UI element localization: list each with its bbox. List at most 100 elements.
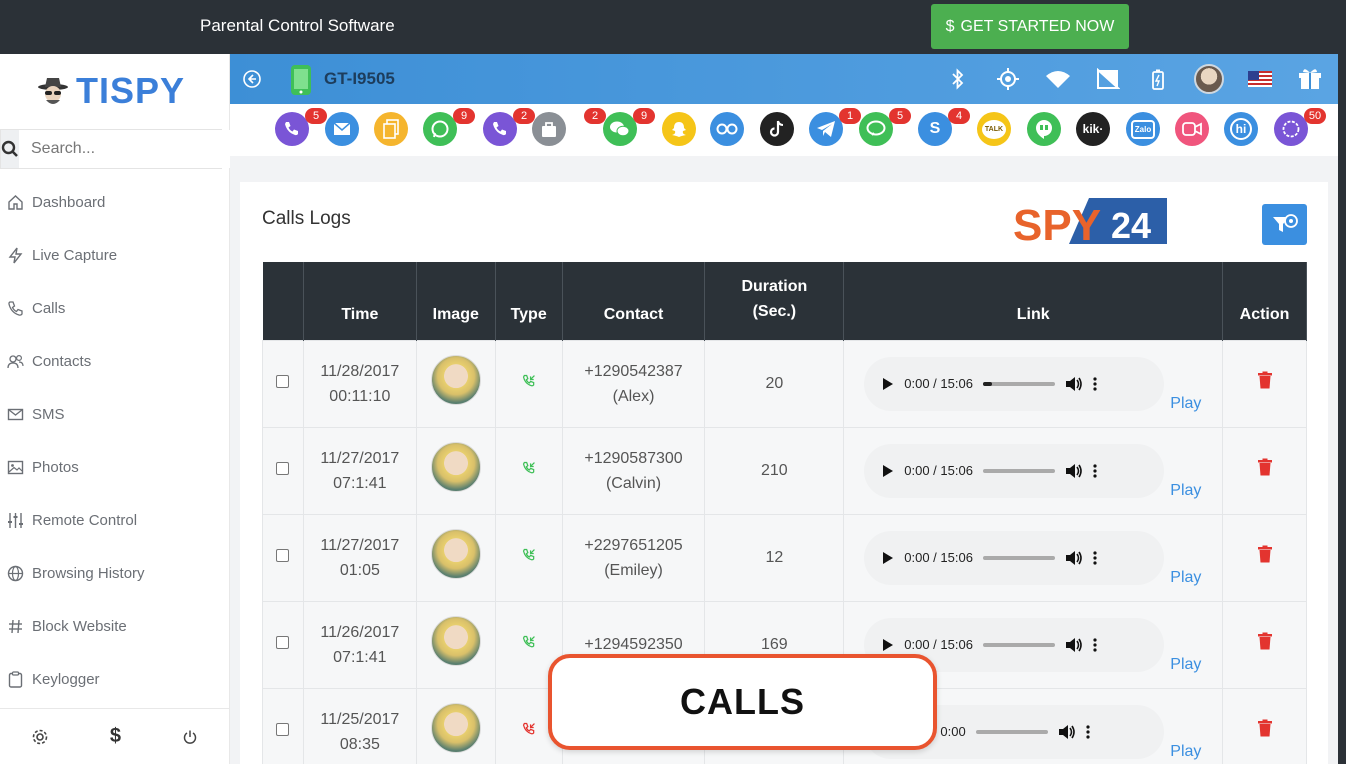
audio-seek-bar[interactable] xyxy=(982,555,1055,560)
app-email-icon[interactable] xyxy=(325,112,359,146)
billing-dollar-icon[interactable]: $ xyxy=(110,725,121,748)
gear-icon[interactable] xyxy=(31,728,49,746)
incoming-call-icon xyxy=(522,461,535,474)
app-hangouts-icon[interactable] xyxy=(1027,112,1061,146)
app-skype-icon[interactable]: S 4 xyxy=(918,108,970,146)
app-viber-icon[interactable]: 2 xyxy=(483,108,535,146)
trash-icon[interactable] xyxy=(1257,632,1273,650)
play-icon[interactable] xyxy=(882,464,894,478)
location-icon[interactable] xyxy=(994,65,1022,93)
sidebar-item-dashboard[interactable]: Dashboard xyxy=(0,176,230,229)
search-input[interactable] xyxy=(19,130,238,168)
app-kakaotalk-icon[interactable]: TALK xyxy=(977,112,1011,146)
us-flag-icon[interactable] xyxy=(1246,65,1274,93)
app-tiktok-icon[interactable] xyxy=(760,112,794,146)
row-select-cell xyxy=(262,600,304,689)
row-select-cell xyxy=(262,339,304,428)
audio-player[interactable]: 0:00 / 15:06 xyxy=(864,356,1165,411)
sidebar-item-block-website[interactable]: Block Website xyxy=(0,600,230,653)
volume-icon[interactable] xyxy=(1065,463,1083,479)
calls-overlay-label: CALLS xyxy=(548,654,937,750)
app-phone-icon[interactable]: 5 xyxy=(275,108,327,146)
sidebar-item-calls[interactable]: Calls xyxy=(0,282,230,335)
app-flickr-icon[interactable] xyxy=(710,112,744,146)
power-icon[interactable] xyxy=(182,729,198,745)
col-duration[interactable]: Duration (Sec.) xyxy=(704,262,845,340)
app-snapchat-icon[interactable] xyxy=(662,112,696,146)
play-icon[interactable] xyxy=(882,551,894,565)
app-bag-icon[interactable]: 2 xyxy=(532,108,606,146)
play-icon[interactable] xyxy=(882,377,894,391)
row-checkbox[interactable] xyxy=(276,723,290,736)
gift-icon[interactable] xyxy=(1296,65,1324,93)
app-video-chat-icon[interactable] xyxy=(1175,112,1209,146)
col-contact[interactable]: Contact xyxy=(562,262,706,340)
app-signal-icon[interactable]: 50 xyxy=(1274,108,1326,146)
col-type[interactable]: Type xyxy=(495,262,563,340)
volume-icon[interactable] xyxy=(1065,376,1083,392)
back-icon[interactable] xyxy=(242,69,262,89)
volume-icon[interactable] xyxy=(1058,724,1076,740)
audio-player[interactable]: 0:00 / 15:06 xyxy=(864,530,1165,585)
sidebar-item-keylogger[interactable]: Keylogger xyxy=(0,653,230,706)
app-kik-icon[interactable]: kik· xyxy=(1076,112,1110,146)
signal-icon[interactable] xyxy=(1094,65,1122,93)
audio-seek-bar[interactable] xyxy=(982,381,1055,386)
time-cell: 11/25/2017 08:35 xyxy=(302,687,417,764)
play-icon[interactable] xyxy=(882,638,894,652)
search-button[interactable] xyxy=(1,130,19,168)
battery-icon[interactable] xyxy=(1144,65,1172,93)
app-files-icon[interactable] xyxy=(374,112,408,146)
row-checkbox[interactable] xyxy=(276,462,290,475)
audio-seek-bar[interactable] xyxy=(982,468,1055,473)
trash-icon[interactable] xyxy=(1257,545,1273,563)
user-avatar[interactable] xyxy=(1194,64,1224,94)
row-checkbox[interactable] xyxy=(276,636,290,649)
play-link[interactable]: Play xyxy=(1170,739,1201,764)
table-row: 11/27/2017 07:1:41 +1290587300 (Calvin) 21… xyxy=(262,426,1307,515)
contact-number: +1290587300 xyxy=(584,449,683,467)
play-link[interactable]: Play xyxy=(1170,391,1201,416)
col-time[interactable]: Time xyxy=(303,262,417,340)
app-line-icon[interactable]: 5 xyxy=(859,108,911,146)
sidebar-item-label: SMS xyxy=(32,406,65,423)
sidebar-item-contacts[interactable]: Contacts xyxy=(0,335,230,388)
more-options-icon[interactable] xyxy=(1093,376,1097,391)
audio-player[interactable]: 0:00 / 15:06 xyxy=(864,443,1165,498)
app-hike-icon[interactable]: hi xyxy=(1224,112,1258,146)
call-date: 11/26/2017 xyxy=(320,623,400,641)
app-zalo-icon[interactable]: Zalo xyxy=(1126,112,1160,146)
wifi-icon[interactable] xyxy=(1044,65,1072,93)
play-link[interactable]: Play xyxy=(1170,565,1201,590)
sidebar-item-browsing-history[interactable]: Browsing History xyxy=(0,547,230,600)
sidebar-item-photos[interactable]: Photos xyxy=(0,441,230,494)
filter-button[interactable] xyxy=(1262,204,1307,245)
more-options-icon[interactable] xyxy=(1093,637,1097,652)
volume-icon[interactable] xyxy=(1065,637,1083,653)
row-select-cell xyxy=(262,687,304,764)
home-icon xyxy=(8,195,23,210)
audio-seek-bar[interactable] xyxy=(975,729,1048,734)
row-checkbox[interactable] xyxy=(276,549,290,562)
sidebar-item-sms[interactable]: SMS xyxy=(0,388,230,441)
bluetooth-icon[interactable] xyxy=(944,65,972,93)
app-wechat-icon[interactable]: 9 xyxy=(603,108,655,146)
more-options-icon[interactable] xyxy=(1086,724,1090,739)
trash-icon[interactable] xyxy=(1257,458,1273,476)
play-link[interactable]: Play xyxy=(1170,652,1201,677)
audio-seek-bar[interactable] xyxy=(982,642,1055,647)
volume-icon[interactable] xyxy=(1065,550,1083,566)
sidebar-item-remote-control[interactable]: Remote Control xyxy=(0,494,230,547)
app-whatsapp-icon[interactable]: 9 xyxy=(423,108,475,146)
page-scrollbar[interactable] xyxy=(1338,0,1346,764)
sidebar-item-live-capture[interactable]: Live Capture xyxy=(0,229,230,282)
trash-icon[interactable] xyxy=(1257,719,1273,737)
more-options-icon[interactable] xyxy=(1093,463,1097,478)
trash-icon[interactable] xyxy=(1257,371,1273,389)
play-link[interactable]: Play xyxy=(1170,478,1201,503)
more-options-icon[interactable] xyxy=(1093,550,1097,565)
row-checkbox[interactable] xyxy=(276,375,290,388)
app-telegram-icon[interactable]: 1 xyxy=(809,108,861,146)
tispy-logo[interactable]: TISPY xyxy=(36,70,185,112)
get-started-button[interactable]: $ GET STARTED NOW xyxy=(931,4,1129,49)
